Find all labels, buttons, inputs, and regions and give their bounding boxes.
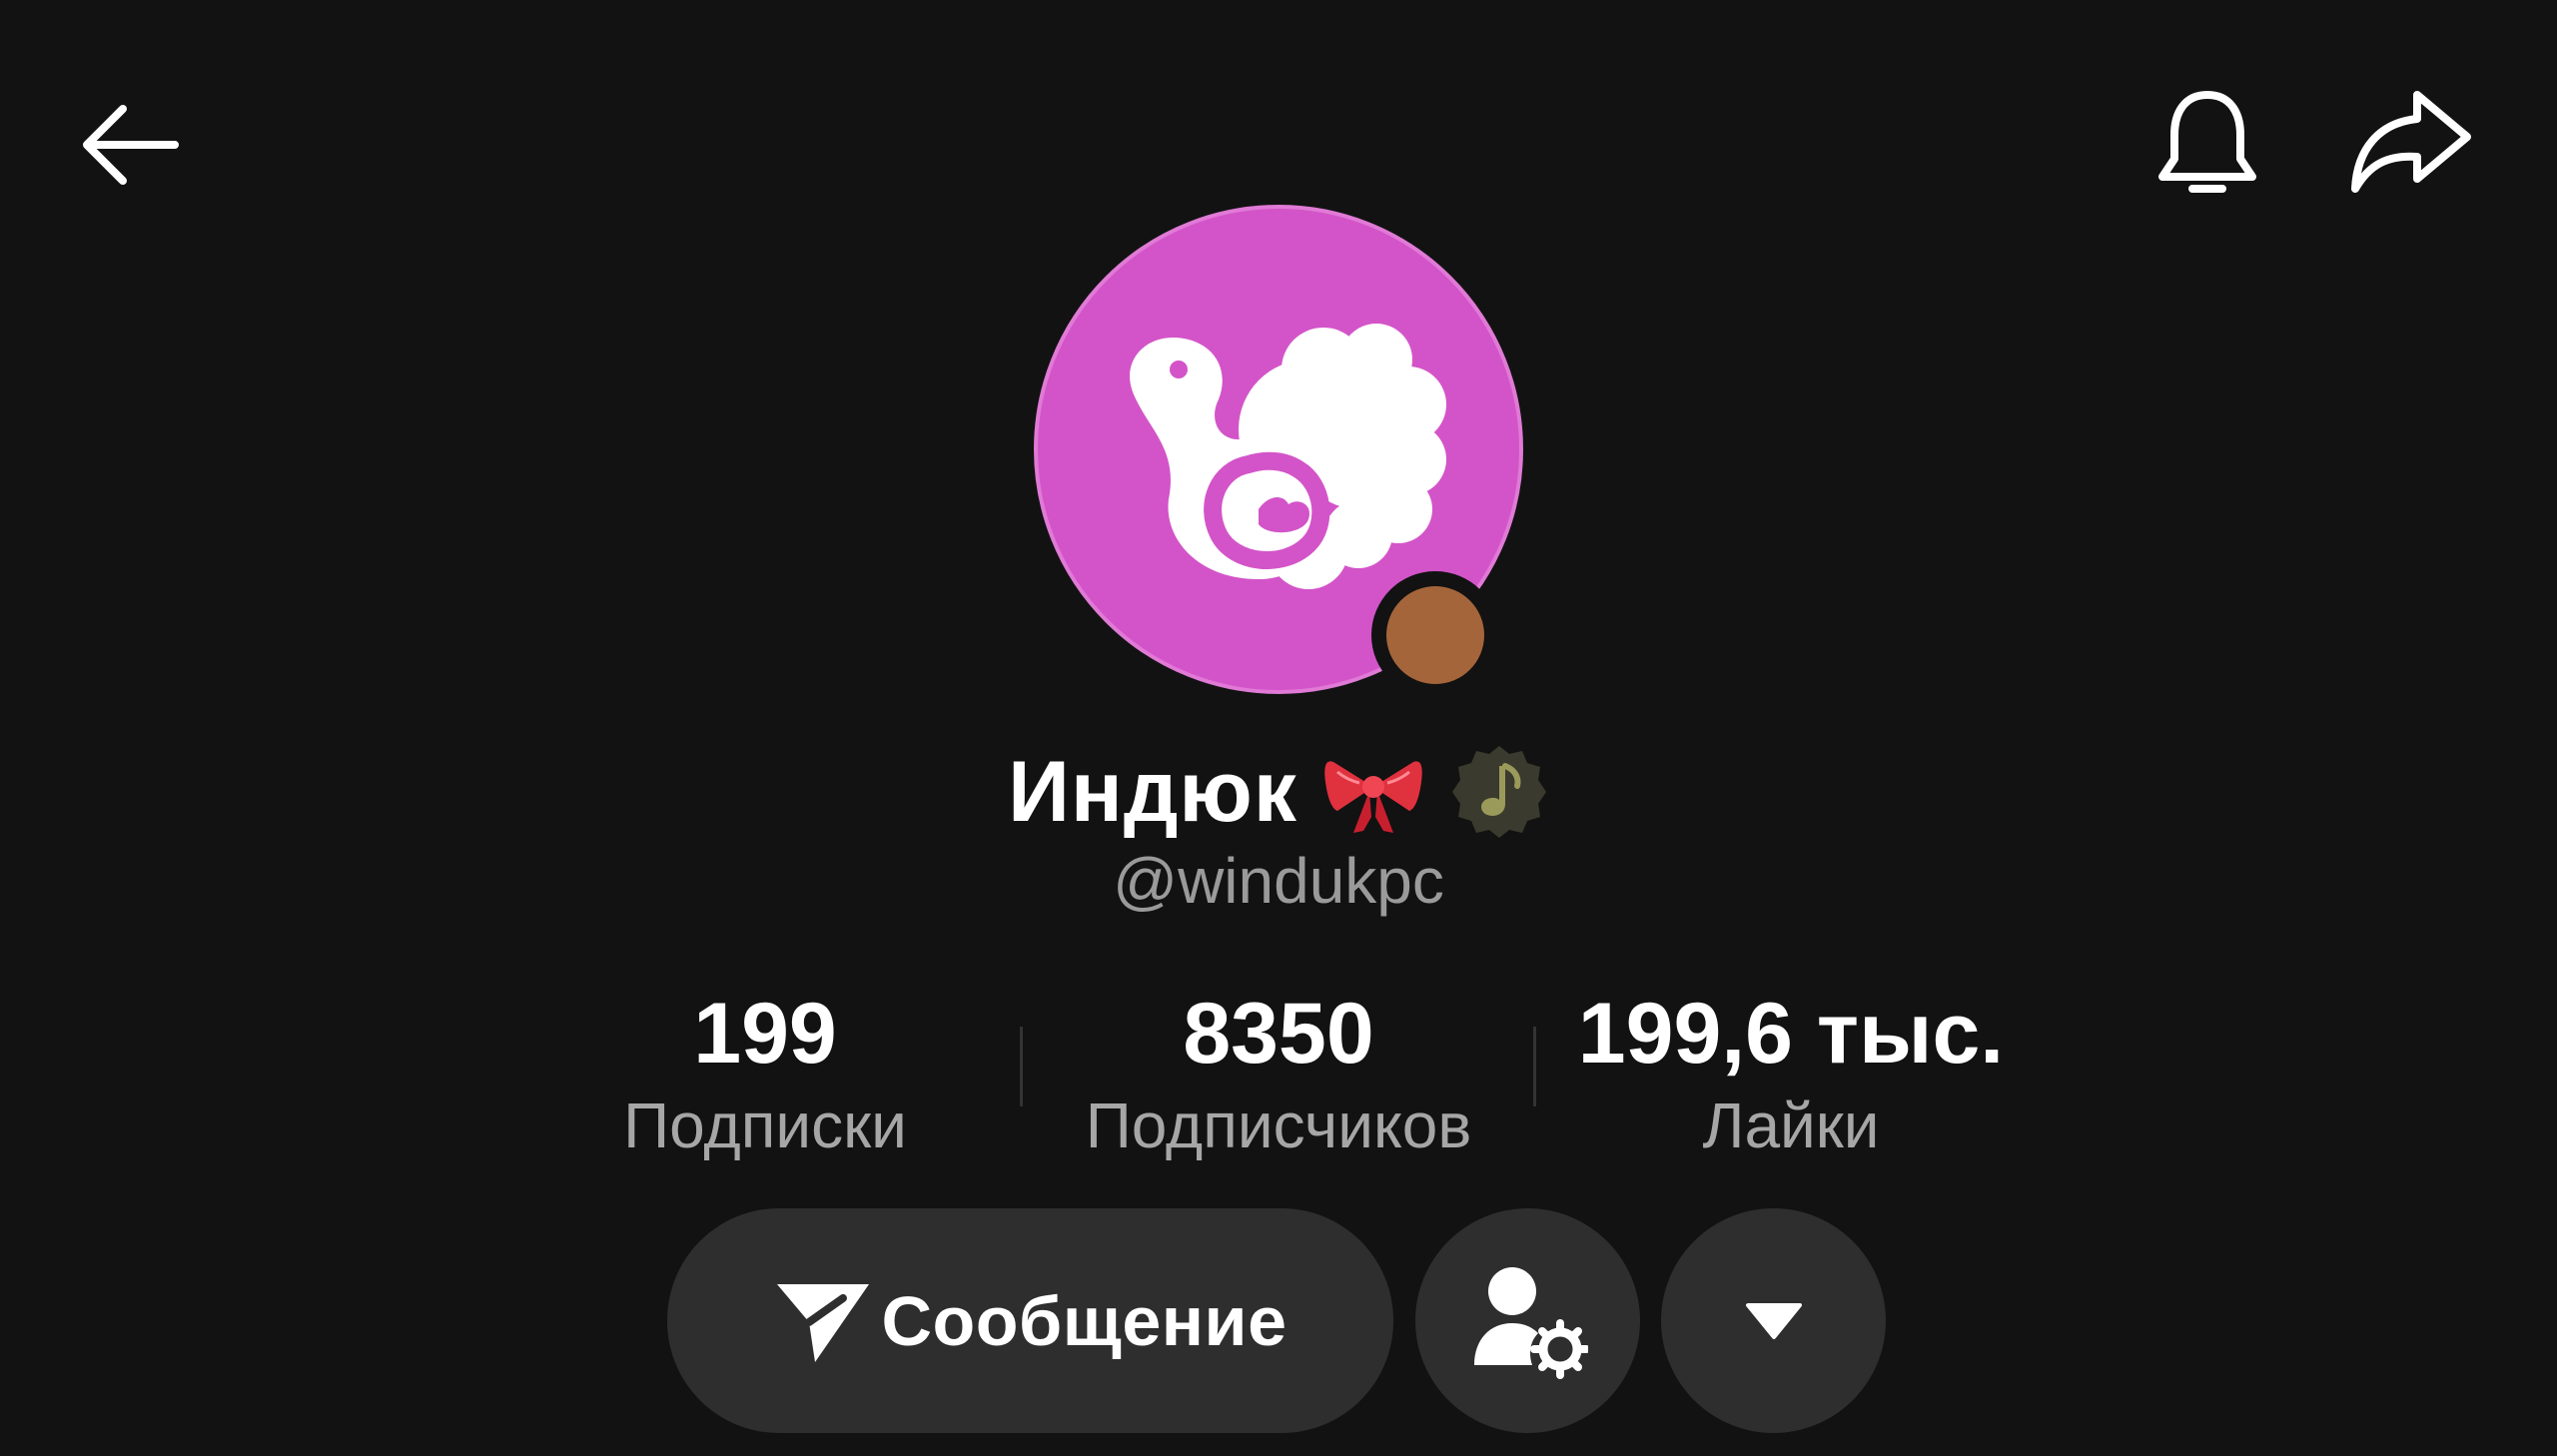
message-button[interactable]: Сообщение — [667, 1208, 1393, 1433]
share-button[interactable] — [2342, 80, 2482, 210]
music-note-badge-icon — [1451, 746, 1546, 838]
likes-label: Лайки — [1702, 1090, 1880, 1161]
username-handle: @windukpc — [1113, 845, 1444, 917]
following-stat[interactable]: 199 Подписки — [505, 984, 1025, 1165]
profile-name-row: Индюк — [0, 737, 2557, 847]
live-indicator — [1371, 571, 1499, 699]
display-name: Индюк — [1008, 743, 1297, 840]
more-options-button[interactable] — [1661, 1208, 1886, 1433]
followers-label: Подписчиков — [1085, 1090, 1472, 1161]
following-label: Подписки — [623, 1090, 907, 1161]
share-arrow-icon — [2351, 91, 2471, 193]
turkey-logo-icon — [1130, 324, 1446, 589]
bow-emoji-icon — [1324, 761, 1422, 833]
arrow-left-icon — [83, 105, 179, 185]
following-count: 199 — [693, 986, 837, 1082]
paper-plane-icon — [777, 1283, 870, 1362]
likes-stat[interactable]: 199,6 тыс. Лайки — [1531, 984, 2051, 1165]
notifications-button[interactable] — [2142, 80, 2272, 210]
bell-icon — [2158, 91, 2256, 193]
dropdown-triangle-icon — [1745, 1302, 1802, 1339]
back-button[interactable] — [60, 80, 200, 210]
user-settings-icon — [1473, 1266, 1588, 1379]
followers-stat[interactable]: 8350 Подписчиков — [1019, 984, 1538, 1165]
followers-count: 8350 — [1183, 986, 1374, 1082]
likes-count: 199,6 тыс. — [1577, 986, 2005, 1082]
live-indicator-dot — [1386, 586, 1484, 684]
friend-settings-button[interactable] — [1415, 1208, 1640, 1433]
message-button-label: Сообщение — [881, 1281, 1287, 1360]
